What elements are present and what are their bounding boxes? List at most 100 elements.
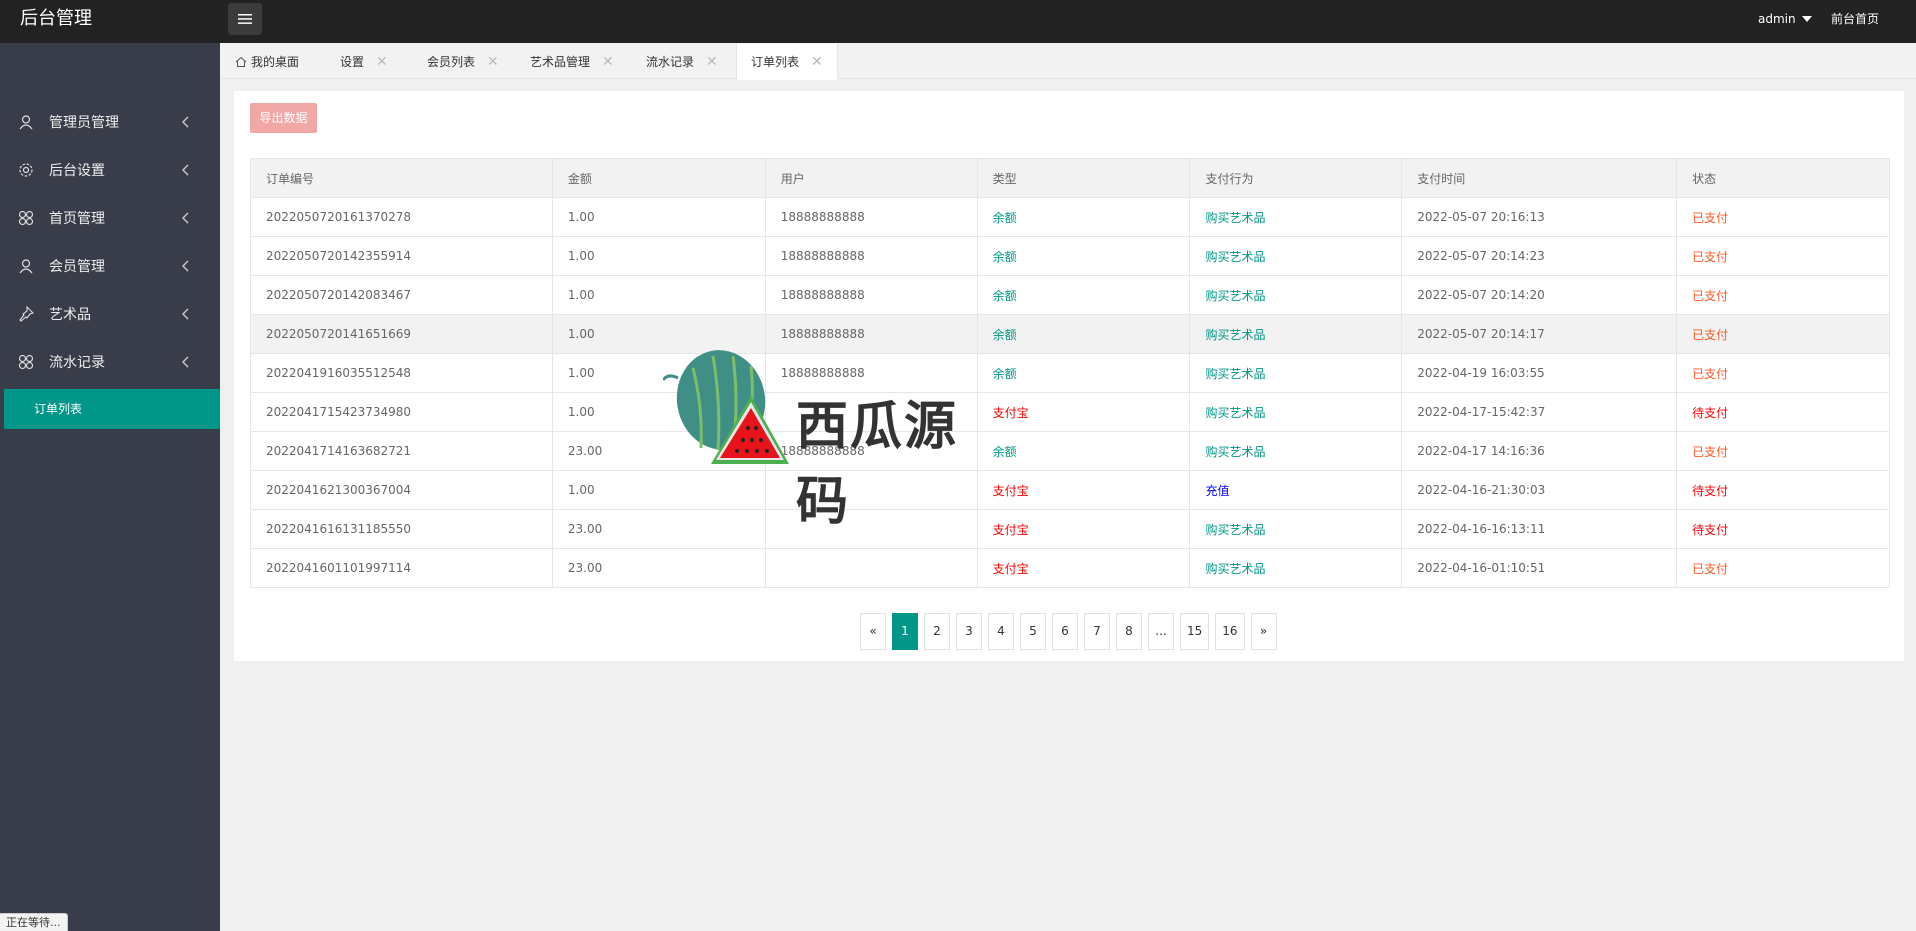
frontpage-link[interactable]: 前台首页 [1831,0,1879,38]
sidebar-subitem-order-list[interactable]: 订单列表 [4,389,220,429]
table-cell: 2022-05-07 20:16:13 [1401,197,1678,237]
table-cell: 2022050720141651669 [250,314,553,354]
table-cell: 购买艺术品 [1189,236,1403,276]
table-cell: 已支付 [1676,197,1890,237]
table-cell: 支付宝 [976,509,1191,549]
next-page-button[interactable]: » [1250,613,1277,650]
table-cell: 2022-04-17-15:42:37 [1401,392,1678,432]
sidebar-item-label: 会员管理 [49,259,105,275]
table-cell: 购买艺术品 [1189,197,1403,237]
chevron-left-icon [180,308,192,320]
tab-settings[interactable]: 设置 ✕ [340,44,388,79]
sidebar: 管理员管理后台设置首页管理会员管理艺术品流水记录订单管理 订单列表 [0,43,220,931]
page-button[interactable]: 16 [1215,613,1245,650]
user-icon [17,114,34,131]
tab-order-list[interactable]: 订单列表 ✕ [736,44,838,80]
table-row[interactable]: 2022041621300367004 1.00 支付宝 充值 2022-04-16-2… [250,470,1890,510]
page-button[interactable]: 4 [988,613,1014,650]
username: admin [1758,12,1796,26]
table-cell: 2022-05-07 20:14:23 [1401,236,1678,276]
tab-artwork-management[interactable]: 艺术品管理 ✕ [530,44,614,79]
close-icon[interactable]: ✕ [811,45,823,79]
page-button[interactable]: 3 [956,613,982,650]
table-row[interactable]: 2022050720161370278 1.00 18888888888 余额 购买艺术… [250,197,1890,237]
table-row[interactable]: 2022041601101997114 23.00 支付宝 购买艺术品 2022-04-… [250,548,1890,588]
sidebar-item-artwork[interactable]: 艺术品 [0,291,220,337]
pagination: «1 2 3 4 5 6 7 8... 15 16» [860,613,1277,650]
table-cell: 支付宝 [976,470,1191,510]
caret-down-icon [1801,16,1812,22]
table-cell: 18888888888 [764,236,978,276]
column-header: 订单编号 [250,158,553,198]
table-cell: 2022041714163682721 [250,431,553,471]
sidebar-item-homepage-management[interactable]: 首页管理 [0,195,220,241]
column-header: 支付时间 [1401,158,1678,198]
user-menu[interactable]: admin [1758,0,1812,38]
sidebar-item-backend-settings[interactable]: 后台设置 [0,147,220,193]
export-button[interactable]: 导出数据 [250,103,317,133]
table-cell: 2022-04-17 14:16:36 [1401,431,1678,471]
page-button[interactable]: 15 [1180,613,1210,650]
page-button[interactable]: 2 [924,613,950,650]
grid-icon [17,210,34,227]
sidebar-item-label: 艺术品 [49,307,91,323]
sidebar-item-admin-management[interactable]: 管理员管理 [0,99,220,145]
column-header: 状态 [1676,158,1890,198]
sidebar-item-member-management[interactable]: 会员管理 [0,243,220,289]
top-bar: 后台管理 admin 前台首页 [0,0,1916,43]
table-cell: 充值 [1189,470,1403,510]
page-button[interactable]: 7 [1084,613,1110,650]
table-row[interactable]: 2022041714163682721 23.00 18888888888 余额 购买艺… [250,431,1890,471]
table-cell: 1.00 [551,197,766,237]
table-cell: 已支付 [1676,431,1890,471]
tab-flow-records[interactable]: 流水记录 ✕ [646,44,718,79]
table-cell: 余额 [976,431,1191,471]
menu-toggle-button[interactable] [228,3,262,35]
table-row[interactable]: 2022041916035512548 1.00 18888888888 余额 购买艺术… [250,353,1890,393]
close-icon[interactable]: ✕ [706,45,718,79]
table-row[interactable]: 2022050720142083467 1.00 18888888888 余额 购买艺术… [250,275,1890,315]
watermelon-logo [663,350,789,464]
page-button[interactable]: 8 [1116,613,1142,650]
app-logo[interactable]: 后台管理 [20,0,92,38]
page-button[interactable]: 6 [1052,613,1078,650]
table-cell: 2022050720142355914 [250,236,553,276]
table-row[interactable]: 2022041616131185550 23.00 支付宝 购买艺术品 2022-04-… [250,509,1890,549]
page-button[interactable]: 1 [892,613,918,650]
table-cell: 1.00 [551,236,766,276]
table-cell: 2022041715423734980 [250,392,553,432]
table-row[interactable]: 2022050720141651669 1.00 18888888888 余额 购买艺术… [250,314,1890,354]
table-cell: 已支付 [1676,275,1890,315]
sidebar-item-flow-records[interactable]: 流水记录 [0,339,220,385]
tab-my-desktop[interactable]: 我的桌面 [235,44,299,79]
tab-label: 订单列表 [751,55,800,69]
table-cell: 2022-05-07 20:14:17 [1401,314,1678,354]
table-cell: 余额 [976,236,1191,276]
gear-icon [17,162,34,179]
table-cell: 2022050720161370278 [250,197,553,237]
table-cell: 18888888888 [764,197,978,237]
tab-member-list[interactable]: 会员列表 ✕ [427,44,499,79]
prev-page-button[interactable]: « [860,613,886,650]
page-ellipsis: ... [1148,613,1174,650]
close-icon[interactable]: ✕ [376,45,388,79]
close-icon[interactable]: ✕ [602,45,614,79]
table-header-row: 订单编号 金额 用户 类型 支付行为 支付时间 状态 [250,158,1890,198]
sidebar-item-label: 流水记录 [49,355,105,371]
table-cell: 2022-04-16-21:30:03 [1401,470,1678,510]
user-icon [17,258,34,275]
tab-label: 我的桌面 [251,54,300,69]
table-cell: 1.00 [551,275,766,315]
table-row[interactable]: 2022050720142355914 1.00 18888888888 余额 购买艺术… [250,236,1890,276]
table-cell: 支付宝 [976,392,1191,432]
table-row[interactable]: 2022041715423734980 1.00 支付宝 购买艺术品 2022-04-1… [250,392,1890,432]
table-cell: 2022041916035512548 [250,353,553,393]
page-button[interactable]: 5 [1020,613,1046,650]
table-cell: 18888888888 [764,275,978,315]
menu-icon [238,14,252,24]
table-cell: 购买艺术品 [1189,509,1403,549]
table-cell: 23.00 [551,548,766,588]
close-icon[interactable]: ✕ [487,45,499,79]
table-cell: 2022-05-07 20:14:20 [1401,275,1678,315]
tab-bar: 我的桌面 设置 ✕ 会员列表 ✕ 艺术品管理 ✕ 流水记录 ✕ 订单列表 ✕ [220,43,1916,80]
